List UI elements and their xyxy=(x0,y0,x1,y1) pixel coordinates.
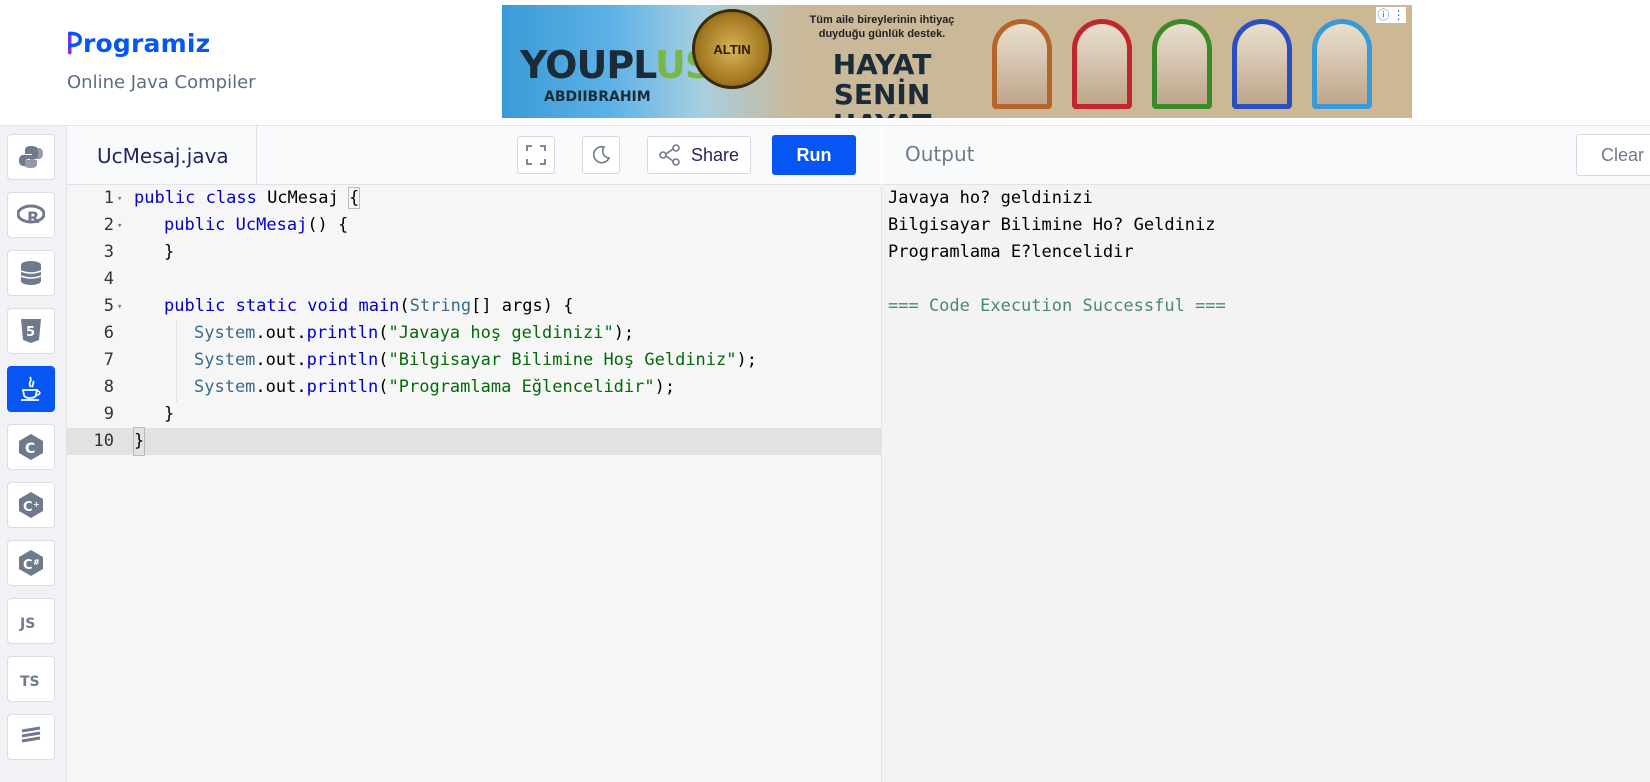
output-header: Output Clear xyxy=(882,126,1650,185)
expand-icon xyxy=(526,145,546,165)
svg-text:5: 5 xyxy=(26,325,35,340)
fullscreen-button[interactable] xyxy=(517,136,555,174)
line-number: 9 xyxy=(103,404,114,424)
file-tab[interactable]: UcMesaj.java xyxy=(67,126,257,184)
database-icon[interactable] xyxy=(7,250,55,296)
html5-icon[interactable]: 5 xyxy=(7,308,55,354)
svg-text:R: R xyxy=(27,208,39,226)
output-console: Javaya ho? geldinizi Bilgisayar Bilimine… xyxy=(882,185,1650,782)
ad-brand: YOUPLUS xyxy=(520,43,712,87)
svg-text:C: C xyxy=(23,558,33,573)
fold-arrow-icon[interactable]: ▾ xyxy=(117,194,122,204)
page-subtitle: Online Java Compiler xyxy=(67,72,256,93)
advertisement-banner[interactable]: YOUPLUS ABDIIBRAHIM ALTIN Tüm aile birey… xyxy=(502,5,1412,118)
moon-icon xyxy=(593,145,611,164)
line-number: 5 xyxy=(103,296,114,316)
logo-mark-icon xyxy=(68,31,82,55)
line-number: 7 xyxy=(103,350,114,370)
clear-button[interactable]: Clear xyxy=(1576,134,1650,176)
line-number: 1 xyxy=(103,188,114,208)
line-number: 4 xyxy=(103,269,114,289)
cpp-lang-icon[interactable]: C + xyxy=(7,482,55,528)
code-line: 5 ▾ public static void main(String[] arg… xyxy=(67,293,881,320)
output-title: Output xyxy=(905,142,975,166)
share-icon xyxy=(659,144,680,166)
javascript-icon[interactable]: JS xyxy=(7,598,55,644)
ad-window-image xyxy=(1232,19,1292,109)
share-label: Share xyxy=(690,144,740,165)
svg-text:C: C xyxy=(23,500,33,515)
file-name: UcMesaj.java xyxy=(97,144,229,168)
line-number: 6 xyxy=(103,323,114,343)
code-line-active: 10 } xyxy=(67,427,881,456)
output-line: Programlama E?lencelidir xyxy=(888,242,1134,262)
typescript-icon[interactable]: TS xyxy=(7,656,55,702)
code-line: 7 System.out.println("Bilgisayar Bilimin… xyxy=(67,347,881,374)
code-line: 4 xyxy=(67,266,881,293)
ad-company: ABDIIBRAHIM xyxy=(544,89,651,105)
ad-info-icon[interactable]: ⓘ ⋮ xyxy=(1376,7,1406,23)
run-button[interactable]: Run xyxy=(772,135,856,175)
ad-headline: HAYAT SENİNHAYAT SENSİN xyxy=(832,48,932,119)
logo-text: rogramiz xyxy=(83,28,211,58)
code-line: 9 } xyxy=(67,401,881,428)
python-icon[interactable] xyxy=(7,134,55,180)
line-number: 2 xyxy=(103,215,114,235)
output-line: Bilgisayar Bilimine Ho? Geldiniz xyxy=(888,215,1216,235)
editor-toolbar: UcMesaj.java Share Run xyxy=(67,126,881,185)
fold-arrow-icon[interactable]: ▾ xyxy=(117,221,122,231)
code-line: 8 System.out.println("Programlama Eğlenc… xyxy=(67,374,881,401)
line-number: 3 xyxy=(103,242,114,262)
code-line: 2 ▾ public UcMesaj() { xyxy=(67,212,881,239)
ad-window-image xyxy=(1312,19,1372,109)
header: rogramiz Online Java Compiler YOUPLUS AB… xyxy=(0,0,1650,126)
svg-text:+: + xyxy=(33,500,40,509)
share-button[interactable]: Share xyxy=(647,136,751,174)
line-number: 8 xyxy=(103,377,114,397)
code-editor[interactable]: 1 ▾ public class UcMesaj { 2 ▾ public Uc… xyxy=(67,185,882,782)
c-lang-icon[interactable]: C xyxy=(7,424,55,470)
programiz-logo[interactable]: rogramiz xyxy=(68,28,210,58)
code-line: 6 System.out.println("Javaya hoş geldini… xyxy=(67,320,881,347)
ad-window-image xyxy=(992,19,1052,109)
theme-toggle-button[interactable] xyxy=(582,136,620,174)
r-lang-icon[interactable]: R xyxy=(7,192,55,238)
line-number: 10 xyxy=(93,431,114,451)
ad-window-image xyxy=(1072,19,1132,109)
svg-text:TS: TS xyxy=(20,674,40,690)
ad-window-image xyxy=(1152,19,1212,109)
code-line: 3 } xyxy=(67,239,881,266)
csharp-lang-icon[interactable]: C # xyxy=(7,540,55,586)
svg-text:C: C xyxy=(25,441,35,457)
output-line: Javaya ho? geldinizi xyxy=(888,188,1093,208)
language-sidebar: R 5 C C + C # JS TS xyxy=(0,126,67,782)
code-line: 1 ▾ public class UcMesaj { xyxy=(67,185,881,212)
svg-text:#: # xyxy=(33,558,40,567)
java-icon[interactable] xyxy=(7,366,55,412)
svg-text:JS: JS xyxy=(19,616,35,632)
swift-icon[interactable] xyxy=(7,714,55,760)
ad-seal: ALTIN xyxy=(692,9,772,89)
execution-status: === Code Execution Successful === xyxy=(888,296,1226,316)
fold-arrow-icon[interactable]: ▾ xyxy=(117,302,122,312)
ad-tagline: Tüm aile bireylerinin ihtiyaç duyduğu gü… xyxy=(809,14,955,40)
